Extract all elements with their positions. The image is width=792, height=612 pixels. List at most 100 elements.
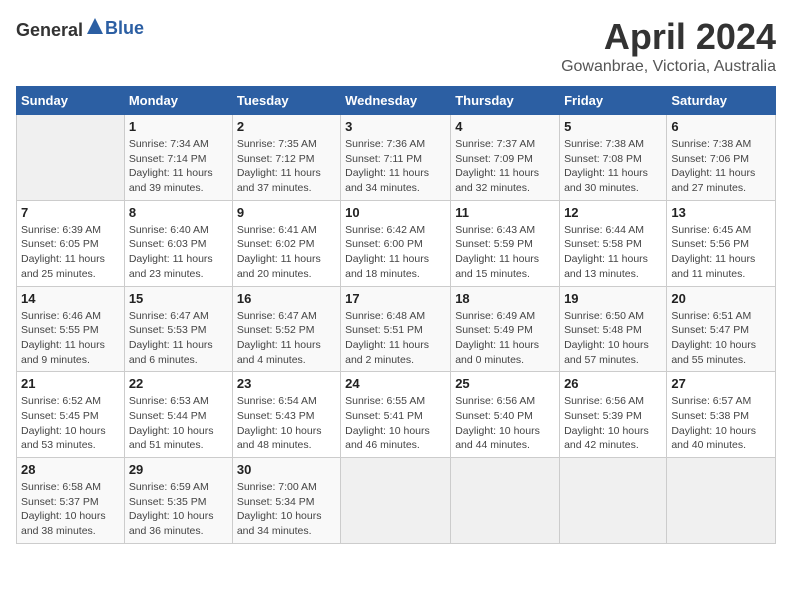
day-number: 22	[129, 376, 228, 391]
day-number: 5	[564, 119, 662, 134]
calendar-cell: 2 Sunrise: 7:35 AMSunset: 7:12 PMDaylight…	[232, 115, 340, 201]
logo-icon	[85, 16, 105, 36]
day-number: 10	[345, 205, 446, 220]
day-info: Sunrise: 6:56 AMSunset: 5:39 PMDaylight:…	[564, 394, 662, 453]
day-info: Sunrise: 6:47 AMSunset: 5:53 PMDaylight:…	[129, 309, 228, 368]
day-number: 9	[237, 205, 336, 220]
day-number: 1	[129, 119, 228, 134]
calendar-cell: 29 Sunrise: 6:59 AMSunset: 5:35 PMDayligh…	[124, 458, 232, 544]
day-number: 26	[564, 376, 662, 391]
day-number: 11	[455, 205, 555, 220]
day-info: Sunrise: 7:38 AMSunset: 7:06 PMDaylight:…	[671, 137, 771, 196]
calendar-cell: 20 Sunrise: 6:51 AMSunset: 5:47 PMDayligh…	[667, 286, 776, 372]
day-number: 19	[564, 291, 662, 306]
day-info: Sunrise: 6:51 AMSunset: 5:47 PMDaylight:…	[671, 309, 771, 368]
day-info: Sunrise: 7:34 AMSunset: 7:14 PMDaylight:…	[129, 137, 228, 196]
day-number: 20	[671, 291, 771, 306]
day-number: 2	[237, 119, 336, 134]
day-info: Sunrise: 6:59 AMSunset: 5:35 PMDaylight:…	[129, 480, 228, 539]
weekday-header-saturday: Saturday	[667, 87, 776, 115]
day-info: Sunrise: 7:00 AMSunset: 5:34 PMDaylight:…	[237, 480, 336, 539]
calendar-cell	[560, 458, 667, 544]
calendar-cell: 3Sunrise: 7:36 AMSunset: 7:11 PMDaylight…	[341, 115, 451, 201]
calendar-cell: 16Sunrise: 6:47 AMSunset: 5:52 PMDayligh…	[232, 286, 340, 372]
calendar-week-row: 21 Sunrise: 6:52 AMSunset: 5:45 PMDayligh…	[17, 372, 776, 458]
calendar-cell: 23 Sunrise: 6:54 AMSunset: 5:43 PMDayligh…	[232, 372, 340, 458]
day-number: 6	[671, 119, 771, 134]
calendar-cell: 13Sunrise: 6:45 AMSunset: 5:56 PMDayligh…	[667, 200, 776, 286]
calendar-cell: 30Sunrise: 7:00 AMSunset: 5:34 PMDayligh…	[232, 458, 340, 544]
calendar-week-row: 28 Sunrise: 6:58 AMSunset: 5:37 PMDayligh…	[17, 458, 776, 544]
calendar-week-row: 7 Sunrise: 6:39 AMSunset: 6:05 PMDaylight…	[17, 200, 776, 286]
day-number: 27	[671, 376, 771, 391]
calendar-table: SundayMondayTuesdayWednesdayThursdayFrid…	[16, 86, 776, 544]
weekday-header-wednesday: Wednesday	[341, 87, 451, 115]
day-number: 14	[21, 291, 120, 306]
weekday-header-monday: Monday	[124, 87, 232, 115]
day-number: 29	[129, 462, 228, 477]
calendar-cell: 12 Sunrise: 6:44 AMSunset: 5:58 PMDayligh…	[560, 200, 667, 286]
weekday-header-tuesday: Tuesday	[232, 87, 340, 115]
day-info: Sunrise: 6:39 AMSunset: 6:05 PMDaylight:…	[21, 223, 120, 282]
calendar-cell: 10 Sunrise: 6:42 AMSunset: 6:00 PMDayligh…	[341, 200, 451, 286]
day-number: 25	[455, 376, 555, 391]
logo: General Blue	[16, 16, 144, 41]
day-number: 7	[21, 205, 120, 220]
calendar-cell: 21 Sunrise: 6:52 AMSunset: 5:45 PMDayligh…	[17, 372, 125, 458]
weekday-header-thursday: Thursday	[451, 87, 560, 115]
day-info: Sunrise: 6:56 AMSunset: 5:40 PMDaylight:…	[455, 394, 555, 453]
day-info: Sunrise: 6:44 AMSunset: 5:58 PMDaylight:…	[564, 223, 662, 282]
weekday-header-friday: Friday	[560, 87, 667, 115]
day-info: Sunrise: 6:53 AMSunset: 5:44 PMDaylight:…	[129, 394, 228, 453]
day-info: Sunrise: 6:43 AMSunset: 5:59 PMDaylight:…	[455, 223, 555, 282]
day-number: 28	[21, 462, 120, 477]
weekday-header-row: SundayMondayTuesdayWednesdayThursdayFrid…	[17, 87, 776, 115]
day-info: Sunrise: 6:46 AMSunset: 5:55 PMDaylight:…	[21, 309, 120, 368]
month-year-title: April 2024	[561, 16, 776, 58]
calendar-cell	[17, 115, 125, 201]
day-info: Sunrise: 6:42 AMSunset: 6:00 PMDaylight:…	[345, 223, 446, 282]
day-info: Sunrise: 7:35 AMSunset: 7:12 PMDaylight:…	[237, 137, 336, 196]
day-info: Sunrise: 6:40 AMSunset: 6:03 PMDaylight:…	[129, 223, 228, 282]
calendar-cell: 9 Sunrise: 6:41 AMSunset: 6:02 PMDaylight…	[232, 200, 340, 286]
day-info: Sunrise: 6:41 AMSunset: 6:02 PMDaylight:…	[237, 223, 336, 282]
logo-blue: Blue	[105, 18, 144, 38]
day-number: 12	[564, 205, 662, 220]
day-info: Sunrise: 6:50 AMSunset: 5:48 PMDaylight:…	[564, 309, 662, 368]
calendar-week-row: 1 Sunrise: 7:34 AMSunset: 7:14 PMDaylight…	[17, 115, 776, 201]
calendar-cell: 6 Sunrise: 7:38 AMSunset: 7:06 PMDaylight…	[667, 115, 776, 201]
calendar-cell: 1 Sunrise: 7:34 AMSunset: 7:14 PMDaylight…	[124, 115, 232, 201]
calendar-week-row: 14 Sunrise: 6:46 AMSunset: 5:55 PMDayligh…	[17, 286, 776, 372]
day-number: 16	[237, 291, 336, 306]
calendar-cell: 18 Sunrise: 6:49 AMSunset: 5:49 PMDayligh…	[451, 286, 560, 372]
day-number: 24	[345, 376, 446, 391]
day-info: Sunrise: 6:55 AMSunset: 5:41 PMDaylight:…	[345, 394, 446, 453]
calendar-cell: 14 Sunrise: 6:46 AMSunset: 5:55 PMDayligh…	[17, 286, 125, 372]
day-info: Sunrise: 6:52 AMSunset: 5:45 PMDaylight:…	[21, 394, 120, 453]
day-number: 23	[237, 376, 336, 391]
calendar-cell: 25 Sunrise: 6:56 AMSunset: 5:40 PMDayligh…	[451, 372, 560, 458]
day-info: Sunrise: 6:49 AMSunset: 5:49 PMDaylight:…	[455, 309, 555, 368]
day-info: Sunrise: 7:38 AMSunset: 7:08 PMDaylight:…	[564, 137, 662, 196]
calendar-cell: 27 Sunrise: 6:57 AMSunset: 5:38 PMDayligh…	[667, 372, 776, 458]
weekday-header-sunday: Sunday	[17, 87, 125, 115]
day-info: Sunrise: 6:48 AMSunset: 5:51 PMDaylight:…	[345, 309, 446, 368]
day-info: Sunrise: 6:57 AMSunset: 5:38 PMDaylight:…	[671, 394, 771, 453]
calendar-cell: 26 Sunrise: 6:56 AMSunset: 5:39 PMDayligh…	[560, 372, 667, 458]
day-info: Sunrise: 6:58 AMSunset: 5:37 PMDaylight:…	[21, 480, 120, 539]
calendar-cell: 15Sunrise: 6:47 AMSunset: 5:53 PMDayligh…	[124, 286, 232, 372]
calendar-cell	[667, 458, 776, 544]
calendar-cell: 7 Sunrise: 6:39 AMSunset: 6:05 PMDaylight…	[17, 200, 125, 286]
calendar-cell: 11 Sunrise: 6:43 AMSunset: 5:59 PMDayligh…	[451, 200, 560, 286]
day-number: 18	[455, 291, 555, 306]
location-subtitle: Gowanbrae, Victoria, Australia	[561, 58, 776, 76]
calendar-cell: 4Sunrise: 7:37 AMSunset: 7:09 PMDaylight…	[451, 115, 560, 201]
day-number: 13	[671, 205, 771, 220]
calendar-cell: 28 Sunrise: 6:58 AMSunset: 5:37 PMDayligh…	[17, 458, 125, 544]
day-info: Sunrise: 7:37 AMSunset: 7:09 PMDaylight:…	[455, 137, 555, 196]
day-info: Sunrise: 6:54 AMSunset: 5:43 PMDaylight:…	[237, 394, 336, 453]
calendar-cell	[341, 458, 451, 544]
calendar-cell: 8Sunrise: 6:40 AMSunset: 6:03 PMDaylight…	[124, 200, 232, 286]
day-number: 21	[21, 376, 120, 391]
day-number: 3	[345, 119, 446, 134]
